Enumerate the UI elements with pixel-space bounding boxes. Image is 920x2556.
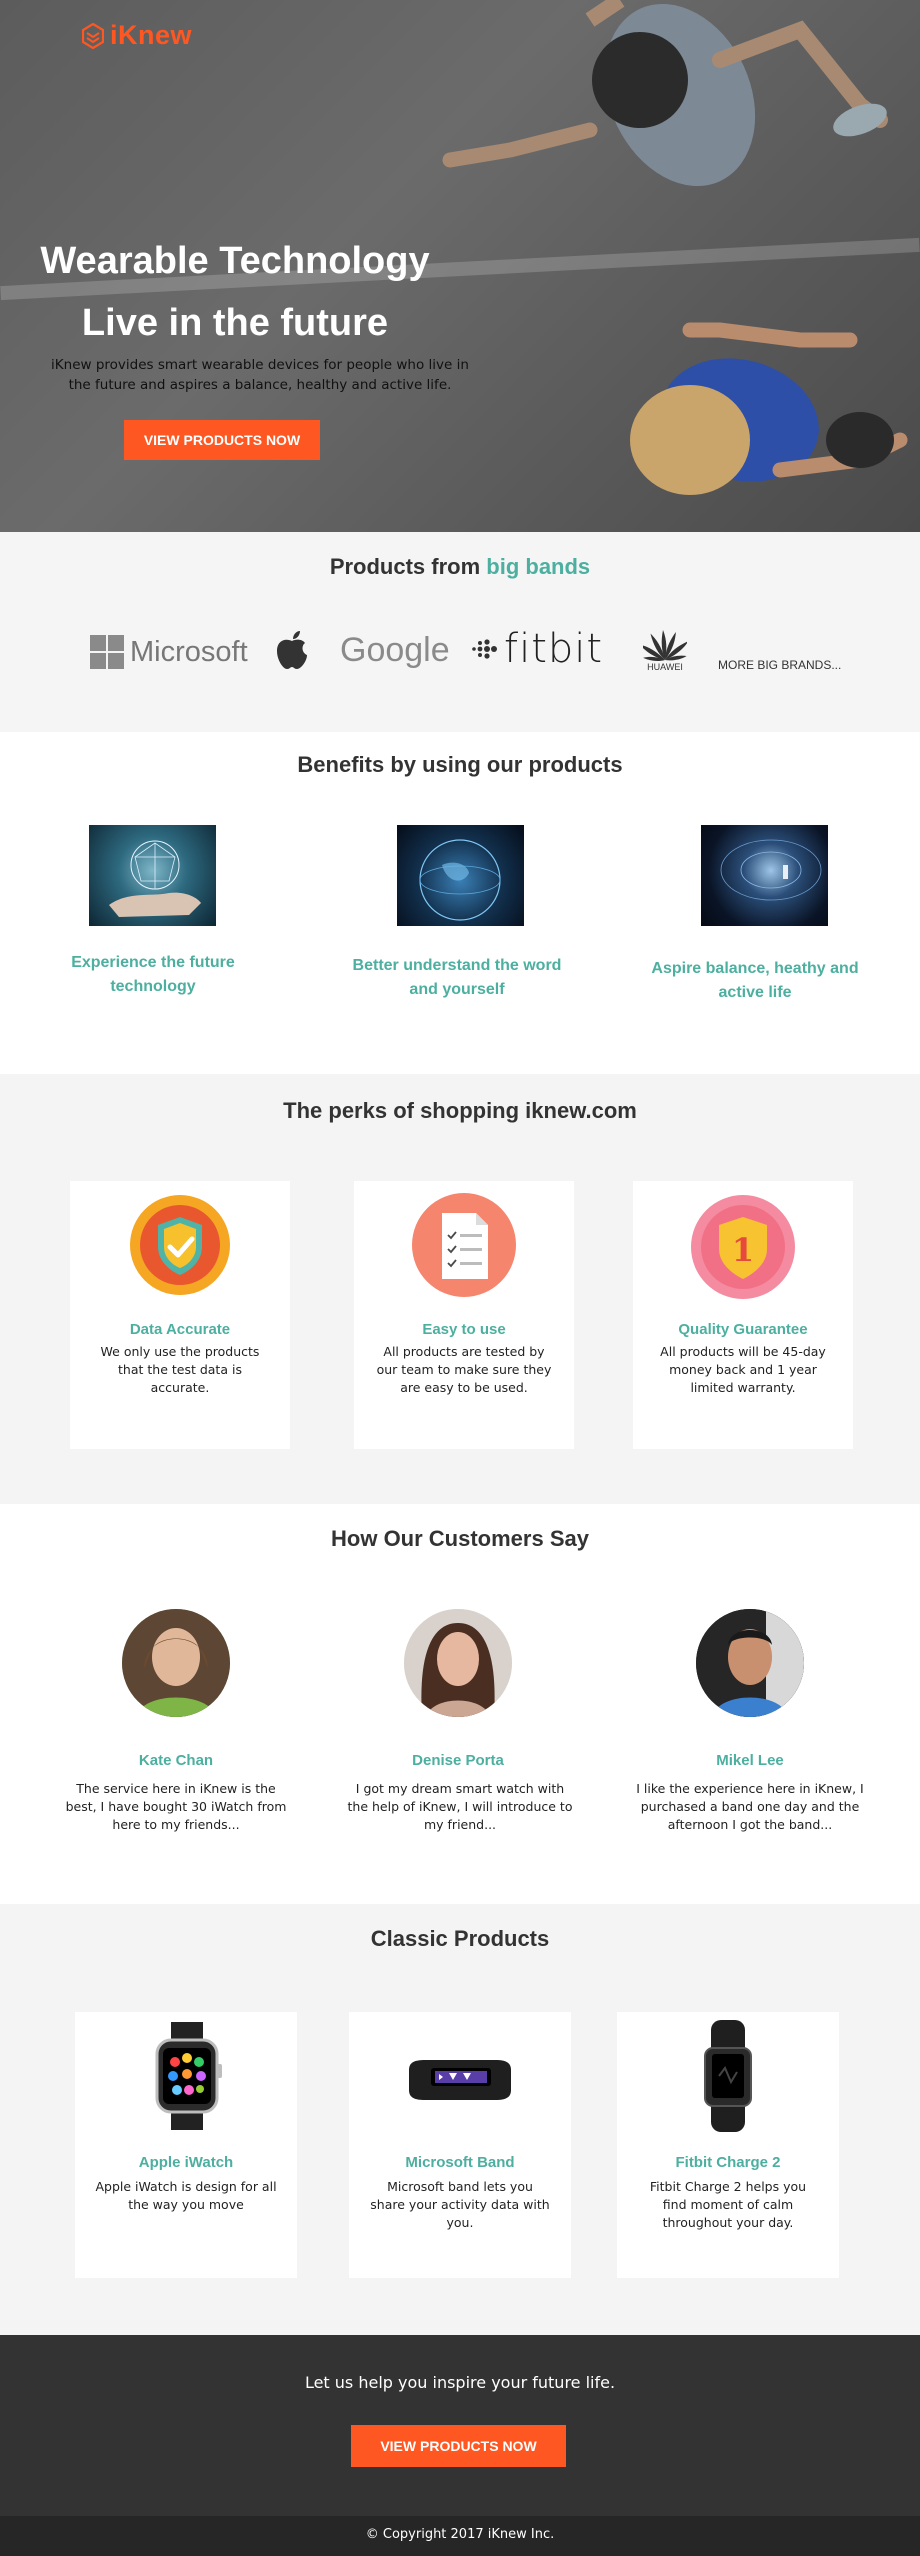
fitbit-charge-image <box>704 2020 752 2132</box>
more-brands-label: MORE BIG BRANDS... <box>718 658 842 672</box>
product-name: Fitbit Charge 2 <box>675 2154 781 2171</box>
cta-section: Let us help you inspire your future life… <box>0 2335 920 2516</box>
perk-title: Easy to use <box>422 1321 506 1338</box>
digital-earth-image <box>397 825 524 926</box>
customer-name: Mikel Lee <box>716 1752 784 1769</box>
huawei-petals-icon <box>643 630 687 662</box>
perks-title: The perks of shopping iknew.com <box>283 1098 637 1123</box>
apple-logo[interactable] <box>272 628 312 672</box>
benefit-label: Experience the future technology <box>71 954 235 995</box>
perk-text: All products will be 45-day money back a… <box>660 1344 826 1395</box>
products-section: Classic Products Apple iWatch Apple iWat… <box>0 1904 920 2335</box>
perks-section: The perks of shopping iknew.com Data Acc… <box>0 1074 920 1504</box>
huawei-wordmark: HUAWEI <box>647 662 683 672</box>
avatar <box>404 1609 512 1717</box>
perk-text: We only use the products that the test d… <box>100 1344 260 1395</box>
more-brands-link[interactable]: MORE BIG BRANDS... <box>718 657 841 673</box>
fitbit-logo[interactable]: fitbit <box>470 624 603 674</box>
benefits-title: Benefits by using our products <box>297 752 623 777</box>
customer-name: Denise Porta <box>412 1752 504 1769</box>
brands-title-accent: big bands <box>486 554 591 579</box>
footer: © Copyright 2017 iKnew Inc. <box>0 2516 920 2556</box>
perk-text: All products are tested by our team to m… <box>376 1344 552 1395</box>
hero-description: iKnew provides smart wearable devices fo… <box>51 357 469 393</box>
benefit-label: Aspire balance, heathy and active life <box>651 960 859 1001</box>
fitbit-dots-icon <box>472 639 497 659</box>
cta-text: Let us help you inspire your future life… <box>304 2373 616 2392</box>
product-card[interactable]: Fitbit Charge 2 Fitbit Charge 2 helps yo… <box>617 2012 839 2278</box>
perk-card[interactable]: 1 Quality Guarantee All products will be… <box>633 1181 853 1449</box>
huawei-logo[interactable]: HUAWEI <box>640 622 690 678</box>
product-text: Fitbit Charge 2 helps you find moment of… <box>649 2179 807 2230</box>
product-card[interactable]: Microsoft Band Microsoft band lets you s… <box>349 2012 571 2278</box>
microsoft-squares-icon <box>90 635 124 669</box>
perk-card[interactable]: Easy to use All products are tested by o… <box>354 1181 574 1449</box>
apple-icon <box>277 631 307 669</box>
product-name: Apple iWatch <box>138 2154 234 2171</box>
google-logo[interactable]: Google <box>340 628 450 672</box>
avatar <box>122 1609 230 1717</box>
microsoft-wordmark: Microsoft <box>130 635 248 668</box>
testimonials-title: How Our Customers Say <box>331 1526 589 1551</box>
product-text: Microsoft band lets you share your activ… <box>370 2179 550 2230</box>
svg-text:1: 1 <box>732 1231 754 1269</box>
benefits-section: Benefits by using our products Experienc… <box>0 732 920 1074</box>
badge-number-one-icon: 1 <box>691 1195 795 1299</box>
benefit-label: Better understand the word and yourself <box>352 957 562 998</box>
product-text: Apple iWatch is design for all the way y… <box>95 2179 277 2212</box>
customer-name: Kate Chan <box>138 1752 214 1769</box>
product-name: Microsoft Band <box>405 2154 515 2171</box>
copyright-text: © Copyright 2017 iKnew Inc. <box>365 2527 555 2542</box>
brands-title: Products from big bands <box>0 554 920 580</box>
logo-text: iKnew <box>110 20 193 50</box>
hero-title: Wearable Technology <box>40 240 430 282</box>
future-tunnel-image <box>701 825 828 926</box>
hero-section: iKnew Wearable Technology Live in the fu… <box>0 0 920 532</box>
customer-quote: I got my dream smart watch with the help… <box>347 1781 573 1832</box>
perk-title: Quality Guarantee <box>678 1321 808 1338</box>
hero-subtitle: Live in the future <box>81 302 389 344</box>
perk-card[interactable]: Data Accurate We only use the products t… <box>70 1181 290 1449</box>
brands-title-prefix: Products from <box>329 554 487 579</box>
shield-check-icon <box>130 1195 230 1295</box>
fitbit-wordmark: fitbit <box>504 626 604 672</box>
microsoft-band-image <box>409 2060 511 2100</box>
brand-logo[interactable]: iKnew <box>82 20 192 51</box>
customer-quote: The service here in iKnew is the best, I… <box>65 1781 287 1832</box>
avatar <box>696 1609 804 1717</box>
testimonials-section: How Our Customers Say Kate Chan The serv… <box>0 1504 920 1904</box>
apple-watch-image <box>155 2022 222 2130</box>
logo-mark-icon <box>82 22 104 49</box>
view-products-button[interactable]: VIEW PRODUCTS NOW <box>124 420 320 460</box>
hand-network-image <box>89 825 216 926</box>
microsoft-logo[interactable]: Microsoft <box>90 632 248 672</box>
view-products-button[interactable]: VIEW PRODUCTS NOW <box>351 2425 566 2467</box>
perk-title: Data Accurate <box>129 1321 231 1338</box>
google-wordmark: Google <box>340 630 450 669</box>
checklist-document-icon <box>412 1193 516 1297</box>
customer-quote: I like the experience here in iKnew, I p… <box>636 1781 864 1832</box>
product-card[interactable]: Apple iWatch Apple iWatch is design for … <box>75 2012 297 2278</box>
products-title: Classic Products <box>370 1926 550 1951</box>
brands-section: Products from big bands Microsoft Google… <box>0 532 920 732</box>
